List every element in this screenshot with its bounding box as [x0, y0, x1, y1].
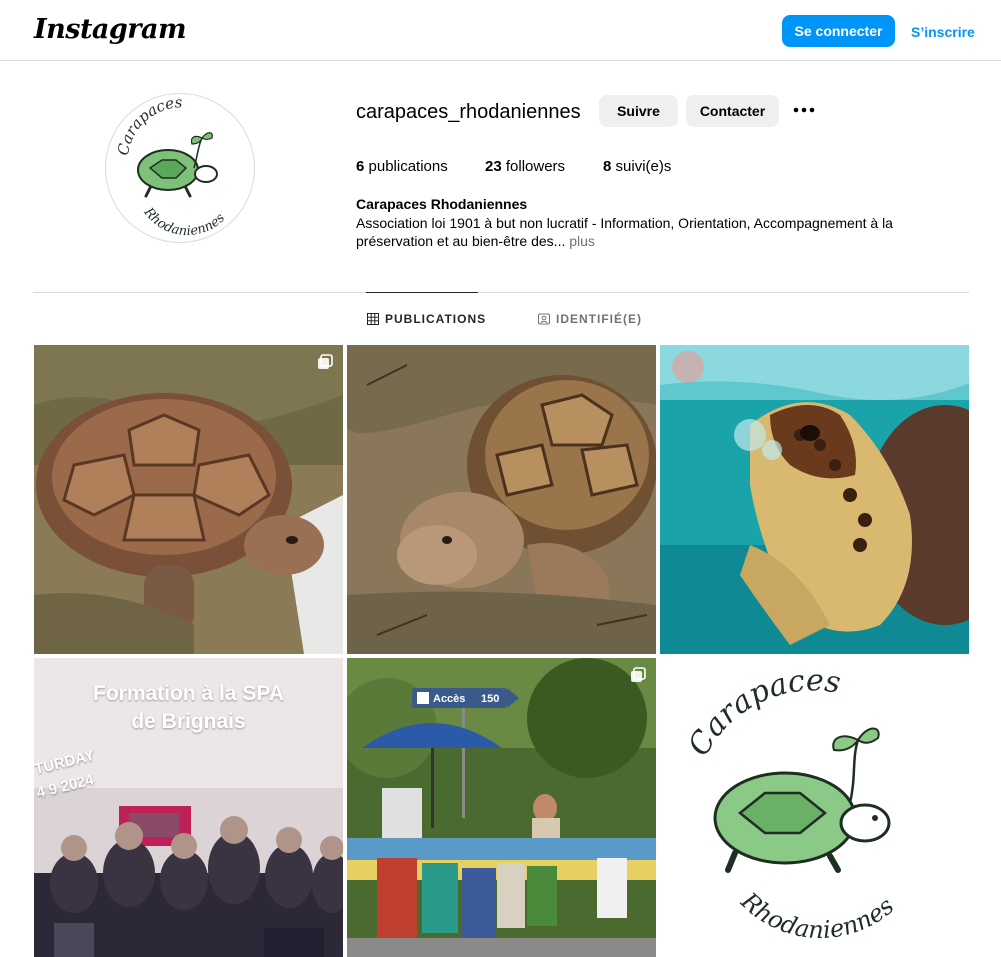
- followers-stat[interactable]: 23 followers: [485, 158, 565, 175]
- sea-turtle-photo: [660, 345, 969, 654]
- posts-count: 6: [356, 158, 365, 175]
- login-button[interactable]: Se connecter: [782, 15, 895, 47]
- turtle-logo-icon: Carapaces Rhodaniennes: [114, 94, 228, 239]
- post-tile[interactable]: Accès 150: [347, 658, 656, 957]
- following-stat[interactable]: 8 suivi(e)s: [603, 158, 671, 175]
- tab-publications[interactable]: PUBLICATIONS: [367, 312, 486, 326]
- signup-link[interactable]: S’inscrire: [911, 24, 975, 40]
- post-tile[interactable]: Formation à la SPA de Brignais TURDAY 4 …: [34, 658, 343, 957]
- road-sign-text: Accès: [433, 693, 466, 705]
- tabs-divider: [33, 292, 969, 293]
- posts-stat: 6 publications: [356, 158, 448, 175]
- contact-button[interactable]: Contacter: [686, 95, 779, 127]
- post-tile[interactable]: [347, 345, 656, 654]
- post-tile[interactable]: [660, 345, 969, 654]
- tortoise-photo: [347, 345, 656, 654]
- more-horizontal-icon[interactable]: [790, 96, 818, 124]
- multiple-images-icon: [318, 354, 333, 369]
- tagged-user-icon: [538, 313, 550, 325]
- profile-username: carapaces_rhodaniennes: [356, 101, 581, 123]
- logo-word-top: Carapaces: [681, 663, 843, 762]
- top-navigation-bar: Instagram Se connecter S’inscrire: [0, 0, 1001, 61]
- instagram-logo[interactable]: Instagram: [34, 14, 187, 45]
- bio-more-link[interactable]: plus: [569, 233, 595, 249]
- market-stand-photo: [347, 658, 656, 957]
- post-caption-line1: Formation à la SPA: [93, 682, 284, 705]
- profile-display-name: Carapaces Rhodaniennes: [356, 196, 528, 212]
- post-tile[interactable]: [34, 345, 343, 654]
- profile-bio: Association loi 1901 à but non lucratif …: [356, 214, 916, 250]
- road-sign-number: 150: [481, 693, 500, 705]
- tab-tagged-label: IDENTIFIÉ(E): [556, 312, 642, 326]
- following-count: 8: [603, 158, 612, 175]
- posts-label: publications: [368, 158, 448, 175]
- association-logo-image: Carapaces Rhodaniennes: [681, 663, 899, 944]
- post-caption-line2: de Brignais: [131, 710, 246, 733]
- post-tile[interactable]: Carapaces Rhodaniennes: [660, 658, 969, 957]
- followers-count: 23: [485, 158, 502, 175]
- tab-tagged[interactable]: IDENTIFIÉ(E): [538, 312, 642, 326]
- logo-word-bottom: Rhodaniennes: [735, 886, 899, 944]
- bio-text: Association loi 1901 à but non lucratif …: [356, 215, 893, 249]
- multiple-images-icon: [631, 667, 646, 682]
- followers-label: followers: [505, 158, 566, 175]
- profile-avatar[interactable]: Carapaces Rhodaniennes: [105, 93, 255, 243]
- tortoise-photo: [34, 345, 343, 654]
- follow-button[interactable]: Suivre: [599, 95, 678, 127]
- avatar-word-top: Carapaces: [114, 94, 183, 157]
- tab-publications-label: PUBLICATIONS: [385, 312, 487, 326]
- grid-icon: [367, 313, 379, 325]
- following-label: suivi(e)s: [615, 158, 672, 175]
- avatar-word-bottom: Rhodaniennes: [140, 204, 228, 239]
- active-tab-indicator: [366, 292, 478, 293]
